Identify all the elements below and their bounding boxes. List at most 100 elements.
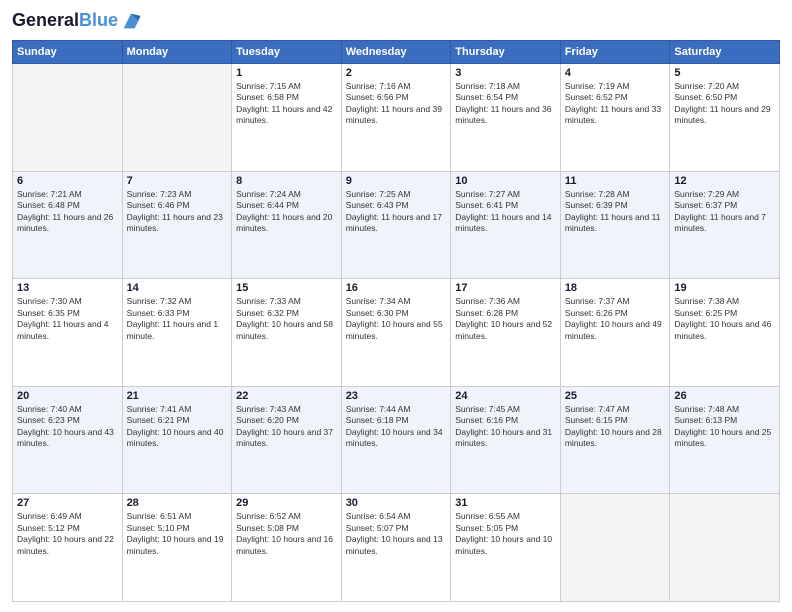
calendar-cell: 7 Sunrise: 7:23 AM Sunset: 6:46 PM Daylig…: [122, 171, 232, 279]
calendar-cell: 12 Sunrise: 7:29 AM Sunset: 6:37 PM Dayli…: [670, 171, 780, 279]
calendar-cell: 31 Sunrise: 6:55 AM Sunset: 5:05 PM Dayli…: [451, 494, 561, 602]
calendar-cell: 5 Sunrise: 7:20 AM Sunset: 6:50 PM Daylig…: [670, 64, 780, 172]
cell-info: Sunrise: 7:16 AM Sunset: 6:56 PM Dayligh…: [346, 81, 447, 127]
day-number: 10: [455, 175, 556, 187]
cell-info: Sunrise: 7:29 AM Sunset: 6:37 PM Dayligh…: [674, 189, 775, 235]
day-number: 6: [17, 175, 118, 187]
cell-info: Sunrise: 7:25 AM Sunset: 6:43 PM Dayligh…: [346, 189, 447, 235]
day-number: 23: [346, 390, 447, 402]
day-header-friday: Friday: [560, 41, 670, 64]
calendar-cell: 2 Sunrise: 7:16 AM Sunset: 6:56 PM Daylig…: [341, 64, 451, 172]
day-number: 3: [455, 67, 556, 79]
day-number: 16: [346, 282, 447, 294]
cell-info: Sunrise: 7:37 AM Sunset: 6:26 PM Dayligh…: [565, 296, 666, 342]
day-header-tuesday: Tuesday: [232, 41, 342, 64]
cell-info: Sunrise: 7:44 AM Sunset: 6:18 PM Dayligh…: [346, 404, 447, 450]
logo-text: GeneralBlue: [12, 11, 118, 31]
day-number: 13: [17, 282, 118, 294]
cell-info: Sunrise: 7:38 AM Sunset: 6:25 PM Dayligh…: [674, 296, 775, 342]
day-header-sunday: Sunday: [13, 41, 123, 64]
cell-info: Sunrise: 7:32 AM Sunset: 6:33 PM Dayligh…: [127, 296, 228, 342]
day-number: 20: [17, 390, 118, 402]
day-number: 4: [565, 67, 666, 79]
cell-info: Sunrise: 7:48 AM Sunset: 6:13 PM Dayligh…: [674, 404, 775, 450]
calendar-cell: 20 Sunrise: 7:40 AM Sunset: 6:23 PM Dayli…: [13, 386, 123, 494]
cell-info: Sunrise: 7:15 AM Sunset: 6:58 PM Dayligh…: [236, 81, 337, 127]
day-number: 8: [236, 175, 337, 187]
cell-info: Sunrise: 7:41 AM Sunset: 6:21 PM Dayligh…: [127, 404, 228, 450]
day-number: 15: [236, 282, 337, 294]
cell-info: Sunrise: 7:30 AM Sunset: 6:35 PM Dayligh…: [17, 296, 118, 342]
cell-info: Sunrise: 7:27 AM Sunset: 6:41 PM Dayligh…: [455, 189, 556, 235]
day-number: 1: [236, 67, 337, 79]
day-number: 22: [236, 390, 337, 402]
day-header-wednesday: Wednesday: [341, 41, 451, 64]
calendar-cell: 30 Sunrise: 6:54 AM Sunset: 5:07 PM Dayli…: [341, 494, 451, 602]
cell-info: Sunrise: 6:51 AM Sunset: 5:10 PM Dayligh…: [127, 511, 228, 557]
calendar-cell: 28 Sunrise: 6:51 AM Sunset: 5:10 PM Dayli…: [122, 494, 232, 602]
calendar-cell: 17 Sunrise: 7:36 AM Sunset: 6:28 PM Dayli…: [451, 279, 561, 387]
cell-info: Sunrise: 6:54 AM Sunset: 5:07 PM Dayligh…: [346, 511, 447, 557]
calendar-cell: 22 Sunrise: 7:43 AM Sunset: 6:20 PM Dayli…: [232, 386, 342, 494]
day-number: 27: [17, 497, 118, 509]
calendar-cell: [670, 494, 780, 602]
day-header-thursday: Thursday: [451, 41, 561, 64]
cell-info: Sunrise: 7:20 AM Sunset: 6:50 PM Dayligh…: [674, 81, 775, 127]
calendar-cell: 27 Sunrise: 6:49 AM Sunset: 5:12 PM Dayli…: [13, 494, 123, 602]
calendar-cell: 18 Sunrise: 7:37 AM Sunset: 6:26 PM Dayli…: [560, 279, 670, 387]
calendar-cell: 25 Sunrise: 7:47 AM Sunset: 6:15 PM Dayli…: [560, 386, 670, 494]
day-number: 17: [455, 282, 556, 294]
calendar-cell: 3 Sunrise: 7:18 AM Sunset: 6:54 PM Daylig…: [451, 64, 561, 172]
cell-info: Sunrise: 7:47 AM Sunset: 6:15 PM Dayligh…: [565, 404, 666, 450]
day-number: 30: [346, 497, 447, 509]
day-number: 25: [565, 390, 666, 402]
calendar-cell: 11Sunrise: 7:28 AM Sunset: 6:39 PM Dayli…: [560, 171, 670, 279]
day-number: 24: [455, 390, 556, 402]
day-number: 2: [346, 67, 447, 79]
cell-info: Sunrise: 7:43 AM Sunset: 6:20 PM Dayligh…: [236, 404, 337, 450]
cell-info: Sunrise: 7:34 AM Sunset: 6:30 PM Dayligh…: [346, 296, 447, 342]
calendar-cell: 13 Sunrise: 7:30 AM Sunset: 6:35 PM Dayli…: [13, 279, 123, 387]
calendar-cell: 8 Sunrise: 7:24 AM Sunset: 6:44 PM Daylig…: [232, 171, 342, 279]
cell-info: Sunrise: 7:45 AM Sunset: 6:16 PM Dayligh…: [455, 404, 556, 450]
day-number: 14: [127, 282, 228, 294]
day-number: 19: [674, 282, 775, 294]
calendar-cell: 24 Sunrise: 7:45 AM Sunset: 6:16 PM Dayli…: [451, 386, 561, 494]
cell-info: Sunrise: 7:23 AM Sunset: 6:46 PM Dayligh…: [127, 189, 228, 235]
calendar-cell: 6Sunrise: 7:21 AM Sunset: 6:48 PM Daylig…: [13, 171, 123, 279]
calendar-cell: 15 Sunrise: 7:33 AM Sunset: 6:32 PM Dayli…: [232, 279, 342, 387]
cell-info: Sunrise: 7:24 AM Sunset: 6:44 PM Dayligh…: [236, 189, 337, 235]
day-number: 7: [127, 175, 228, 187]
calendar-cell: 16 Sunrise: 7:34 AM Sunset: 6:30 PM Dayli…: [341, 279, 451, 387]
day-number: 12: [674, 175, 775, 187]
calendar-cell: 1 Sunrise: 7:15 AM Sunset: 6:58 PM Daylig…: [232, 64, 342, 172]
cell-info: Sunrise: 7:33 AM Sunset: 6:32 PM Dayligh…: [236, 296, 337, 342]
day-number: 21: [127, 390, 228, 402]
day-number: 31: [455, 497, 556, 509]
day-number: 28: [127, 497, 228, 509]
cell-info: Sunrise: 6:52 AM Sunset: 5:08 PM Dayligh…: [236, 511, 337, 557]
cell-info: Sunrise: 7:40 AM Sunset: 6:23 PM Dayligh…: [17, 404, 118, 450]
logo: GeneralBlue: [12, 10, 142, 32]
cell-info: Sunrise: 6:55 AM Sunset: 5:05 PM Dayligh…: [455, 511, 556, 557]
day-number: 18: [565, 282, 666, 294]
cell-info: Sunrise: 7:36 AM Sunset: 6:28 PM Dayligh…: [455, 296, 556, 342]
calendar-cell: 29 Sunrise: 6:52 AM Sunset: 5:08 PM Dayli…: [232, 494, 342, 602]
day-number: 5: [674, 67, 775, 79]
calendar-cell: 4 Sunrise: 7:19 AM Sunset: 6:52 PM Daylig…: [560, 64, 670, 172]
logo-icon: [120, 10, 142, 32]
cell-info: Sunrise: 7:19 AM Sunset: 6:52 PM Dayligh…: [565, 81, 666, 127]
calendar-cell: 10 Sunrise: 7:27 AM Sunset: 6:41 PM Dayli…: [451, 171, 561, 279]
calendar-cell: 9Sunrise: 7:25 AM Sunset: 6:43 PM Daylig…: [341, 171, 451, 279]
day-number: 29: [236, 497, 337, 509]
cell-info: Sunrise: 6:49 AM Sunset: 5:12 PM Dayligh…: [17, 511, 118, 557]
calendar-cell: 21 Sunrise: 7:41 AM Sunset: 6:21 PM Dayli…: [122, 386, 232, 494]
calendar-cell: 26 Sunrise: 7:48 AM Sunset: 6:13 PM Dayli…: [670, 386, 780, 494]
calendar-cell: [560, 494, 670, 602]
calendar: SundayMondayTuesdayWednesdayThursdayFrid…: [12, 40, 780, 602]
cell-info: Sunrise: 7:18 AM Sunset: 6:54 PM Dayligh…: [455, 81, 556, 127]
cell-info: Sunrise: 7:28 AM Sunset: 6:39 PM Dayligh…: [565, 189, 666, 235]
day-header-monday: Monday: [122, 41, 232, 64]
calendar-cell: [122, 64, 232, 172]
day-number: 26: [674, 390, 775, 402]
